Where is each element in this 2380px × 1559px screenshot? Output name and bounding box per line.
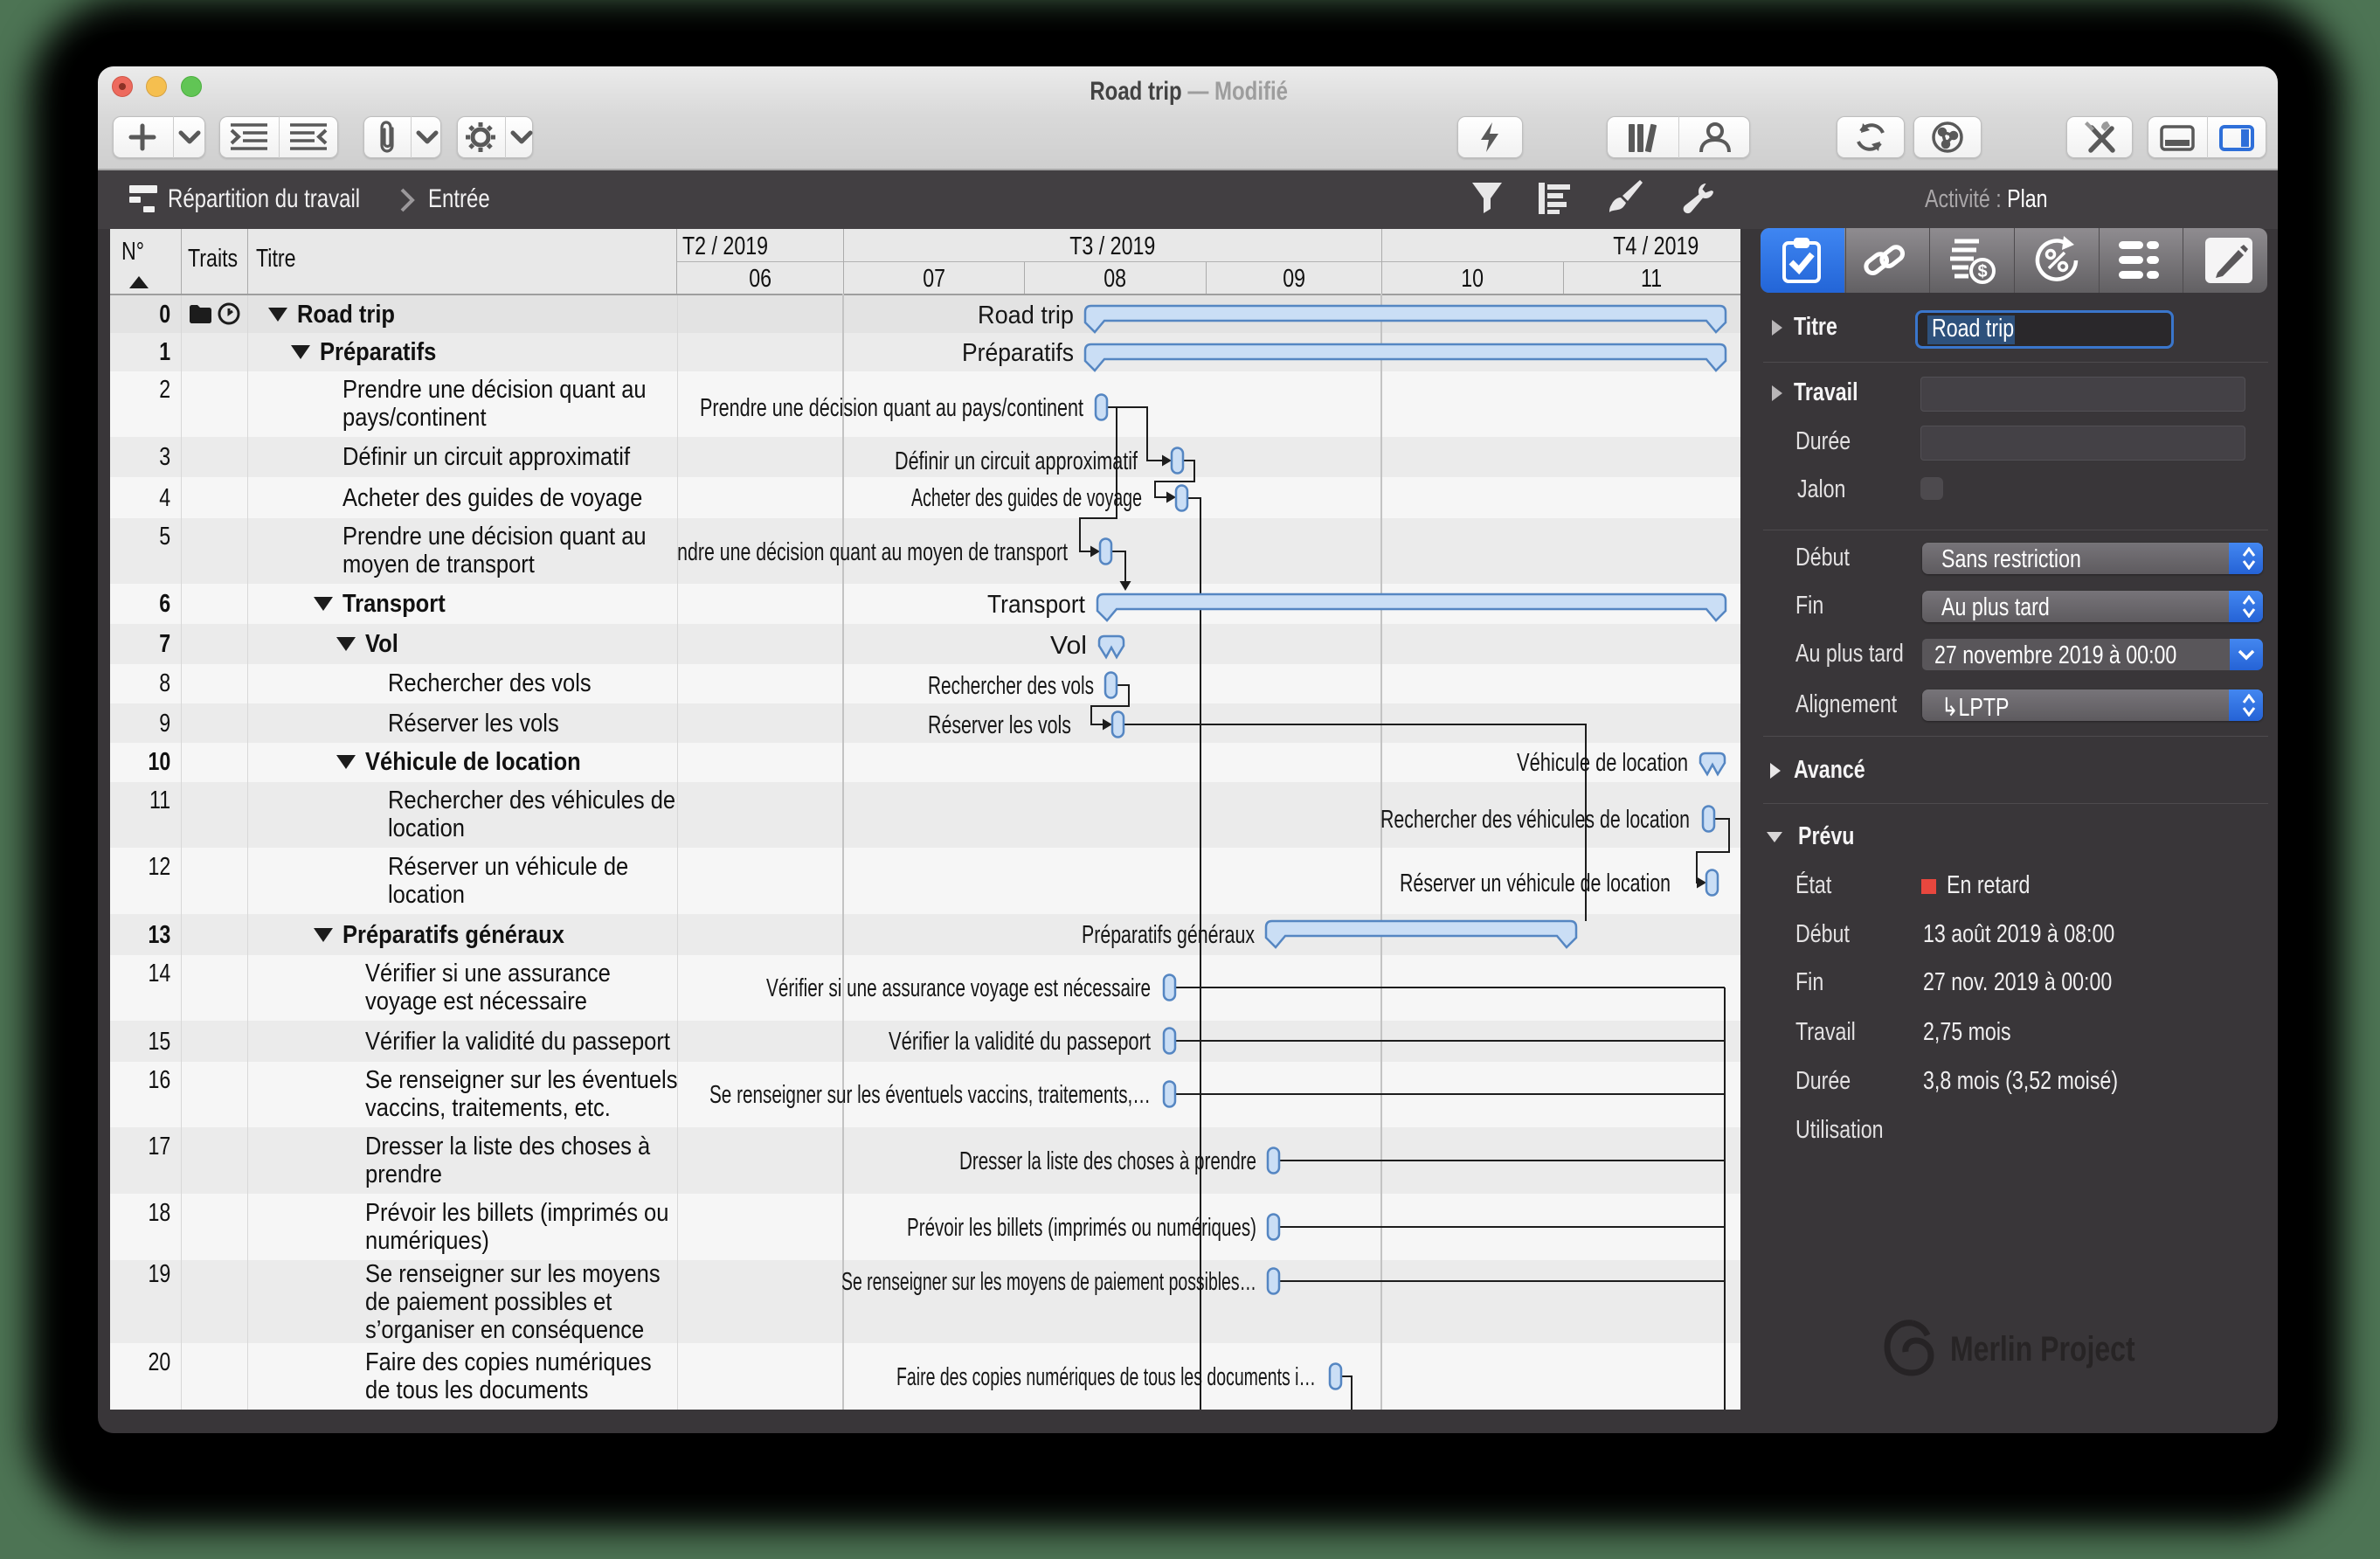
svg-text:Préparatifs: Préparatifs: [962, 339, 1074, 367]
svg-text:Se renseigner sur les éventuel: Se renseigner sur les éventuels vaccins,…: [709, 1081, 1151, 1109]
svg-text:Vol: Vol: [1050, 632, 1087, 660]
svg-text:Définir un circuit approximati: Définir un circuit approximatif: [895, 447, 1138, 475]
svg-text:Préparatifs généraux: Préparatifs généraux: [1082, 921, 1255, 949]
svg-text:Prendre une décision quant au: Prendre une décision quant au pays/conti…: [700, 394, 1083, 422]
svg-text:Rechercher des véhicules de lo: Rechercher des véhicules de location: [1380, 806, 1690, 834]
svg-text:Road trip: Road trip: [978, 301, 1074, 329]
svg-text:Vérifier la validité du passep: Vérifier la validité du passeport: [889, 1028, 1151, 1056]
svg-text:Dresser la liste des choses à: Dresser la liste des choses à prendre: [959, 1147, 1256, 1175]
svg-text:Véhicule de location: Véhicule de location: [1517, 749, 1688, 777]
svg-text:Prévoir les billets (imprimés: Prévoir les billets (imprimés ou numériq…: [907, 1214, 1256, 1242]
svg-text:Réserver les vols: Réserver les vols: [928, 711, 1071, 739]
svg-text:Transport: Transport: [987, 591, 1085, 619]
svg-text:Se renseigner sur les moyens d: Se renseigner sur les moyens de paiement…: [841, 1268, 1256, 1296]
svg-text:$: $: [1977, 262, 1987, 281]
svg-text:Faire des copies numériques de: Faire des copies numériques de tous les …: [896, 1363, 1316, 1391]
svg-text:Prendre une décision quant au: Prendre une décision quant au moyen de t…: [677, 538, 1068, 566]
svg-text:Rechercher des vols: Rechercher des vols: [928, 672, 1094, 700]
svg-text:Acheter des guides de voyage: Acheter des guides de voyage: [911, 484, 1142, 512]
svg-text:Vérifier si une assurance voya: Vérifier si une assurance voyage est néc…: [766, 974, 1151, 1002]
svg-text:Réserver un véhicule de locati: Réserver un véhicule de location: [1400, 870, 1671, 897]
